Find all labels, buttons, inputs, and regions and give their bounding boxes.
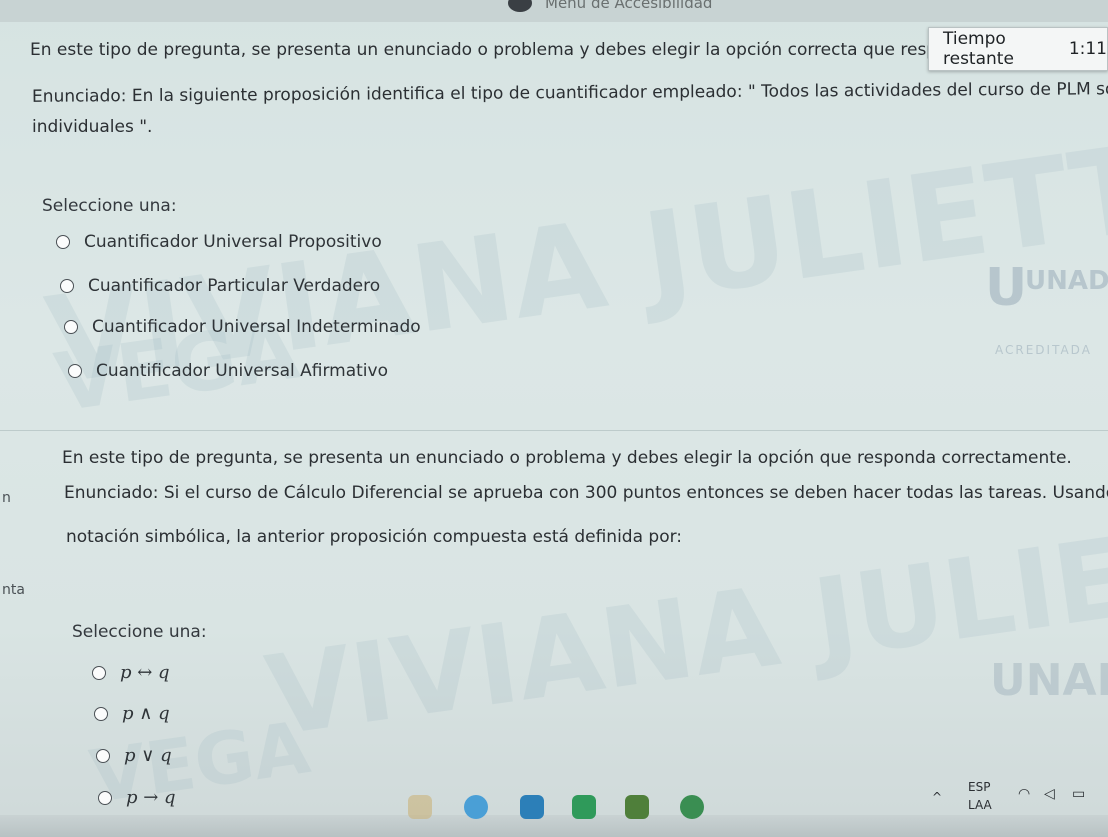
unad-logo-text: UNAD [1025, 266, 1108, 296]
radio-button[interactable] [92, 665, 106, 680]
radio-button[interactable] [94, 706, 108, 721]
language-indicator[interactable]: ESP [968, 780, 990, 794]
option-label: p ∨ q [124, 745, 172, 766]
question2-instruction: En este tipo de pregunta, se presenta un… [62, 448, 1072, 468]
option-label: p ↔ q [120, 662, 170, 683]
question2-option-2[interactable]: p ∧ q [94, 703, 170, 724]
question1-option-4[interactable]: Cuantificador Universal Afirmativo [68, 361, 388, 381]
chrome-icon[interactable] [680, 795, 704, 819]
question1-instruction: En este tipo de pregunta, se presenta un… [30, 40, 938, 60]
question2-statement-cont: notación simbólica, la anterior proposic… [66, 527, 683, 547]
sidebar-fragment: nta [2, 582, 25, 598]
radio-button[interactable] [96, 748, 110, 763]
option-label: Cuantificador Particular Verdadero [88, 276, 381, 296]
option-label: p → q [126, 787, 176, 808]
question2-select-label: Seleccione una: [72, 622, 207, 642]
unad-logo: U UNAD ACREDITADA [985, 258, 1108, 357]
volume-icon[interactable]: ◁ [1044, 786, 1055, 802]
site-logo-icon [508, 0, 532, 12]
question2-option-4[interactable]: p → q [98, 787, 176, 808]
question1-select-label: Seleccione una: [42, 196, 177, 216]
question1-statement-cont: individuales ". [32, 117, 153, 137]
question2-option-1[interactable]: p ↔ q [92, 662, 170, 683]
radio-button[interactable] [64, 320, 78, 334]
option-label: Cuantificador Universal Propositivo [84, 232, 382, 252]
edge-browser-icon[interactable] [520, 795, 544, 819]
accessibility-menu-link[interactable]: Menú de Accesibilidad [545, 0, 712, 12]
sidebar-fragment: n [2, 490, 11, 506]
question1-option-3[interactable]: Cuantificador Universal Indeterminado [64, 317, 421, 337]
option-label: Cuantificador Universal Indeterminado [92, 317, 421, 337]
app-icon[interactable] [464, 795, 488, 819]
question2-option-3[interactable]: p ∨ q [96, 745, 172, 766]
timer-label: Tiempo restante [943, 29, 1014, 69]
radio-button[interactable] [60, 279, 74, 293]
radio-button[interactable] [68, 364, 82, 378]
option-label: Cuantificador Universal Afirmativo [96, 361, 388, 381]
question-divider [0, 430, 1108, 431]
app-icon-green[interactable] [625, 795, 649, 819]
question1-option-2[interactable]: Cuantificador Particular Verdadero [60, 276, 380, 296]
time-remaining-box: Tiempo restante 1:11 [928, 27, 1108, 71]
unad-accreditation-text: ACREDITADA [995, 343, 1092, 357]
browser-top-bar: Menú de Accesibilidad [0, 0, 1108, 22]
unad-logo-watermark: UNAD [990, 655, 1108, 706]
battery-icon[interactable]: ▭ [1072, 786, 1085, 802]
folder-icon[interactable] [408, 795, 432, 819]
question1-option-1[interactable]: Cuantificador Universal Propositivo [56, 232, 382, 252]
taskbar [0, 815, 1108, 837]
tray-chevron-icon[interactable]: ^ [932, 790, 942, 804]
option-label: p ∧ q [122, 703, 170, 724]
keyboard-layout-indicator[interactable]: LAA [968, 798, 992, 812]
timer-value: 1:11 [1068, 39, 1107, 59]
question2-statement: Enunciado: Si el curso de Cálculo Difere… [64, 483, 1108, 503]
question1-statement: Enunciado: En la siguiente proposición i… [31, 79, 1108, 107]
radio-button[interactable] [56, 235, 70, 249]
store-icon[interactable] [572, 795, 596, 819]
wifi-icon[interactable]: ◠ [1018, 786, 1030, 802]
radio-button[interactable] [98, 790, 112, 805]
